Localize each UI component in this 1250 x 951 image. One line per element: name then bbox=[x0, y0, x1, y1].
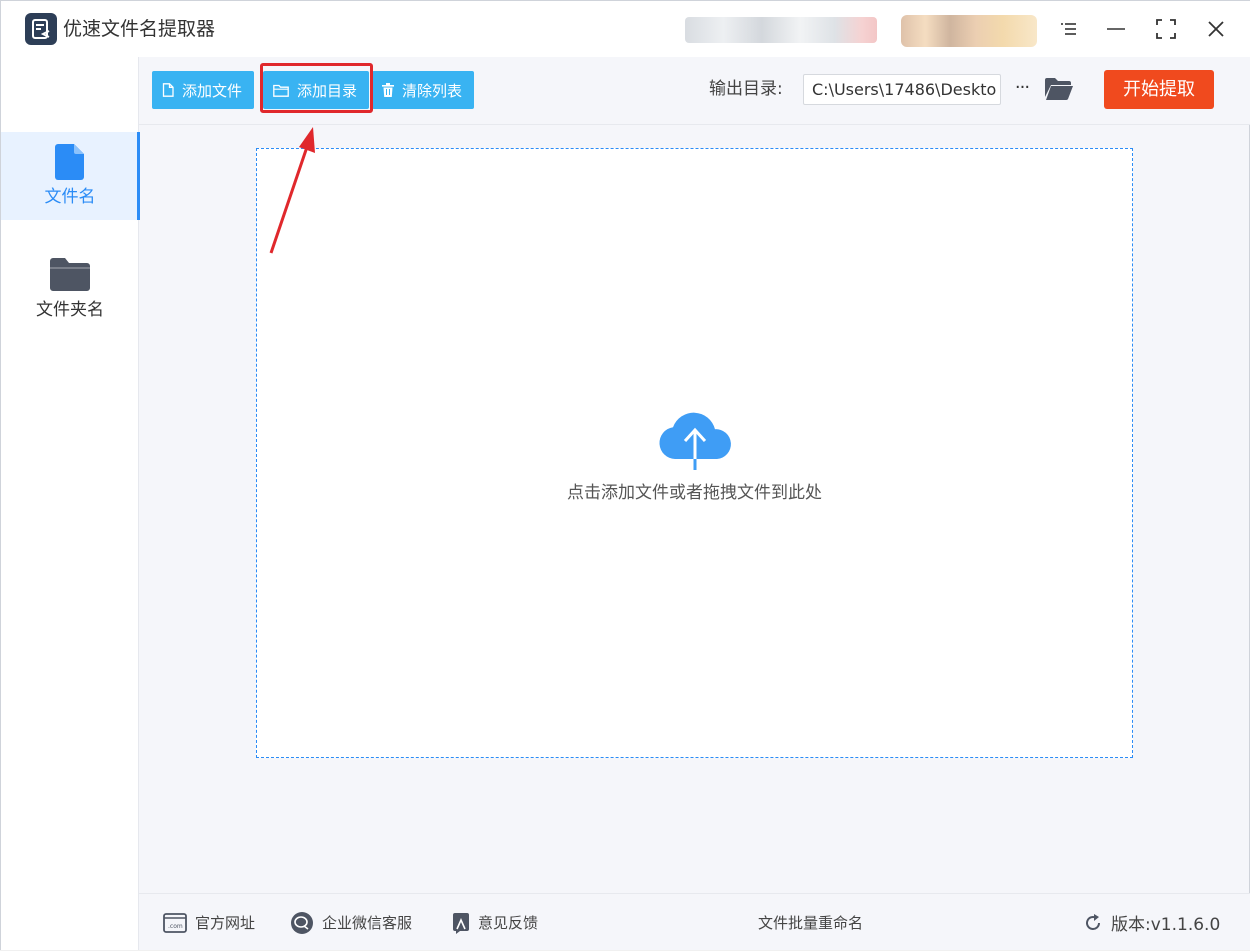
clear-list-button[interactable]: 清除列表 bbox=[372, 71, 475, 109]
app-logo-icon bbox=[25, 13, 57, 45]
file-icon bbox=[55, 144, 85, 184]
feedback-icon bbox=[452, 912, 470, 934]
batch-rename-link[interactable]: 文件批量重命名 bbox=[758, 894, 863, 951]
wechat-icon bbox=[290, 911, 314, 935]
output-dir-field[interactable]: C:\Users\17486\Deskto bbox=[803, 74, 1001, 105]
folder-icon bbox=[50, 257, 90, 295]
start-extract-button[interactable]: 开始提取 bbox=[1104, 70, 1214, 109]
file-drop-zone[interactable]: 点击添加文件或者拖拽文件到此处 bbox=[256, 148, 1133, 758]
website-icon: .com bbox=[163, 912, 187, 933]
cloud-upload-icon bbox=[657, 407, 733, 475]
blurred-user-info bbox=[685, 17, 877, 43]
close-button[interactable] bbox=[1198, 11, 1234, 47]
wechat-support-link[interactable]: 企业微信客服 bbox=[290, 894, 412, 951]
highlight-annotation bbox=[260, 63, 373, 113]
blurred-avatar bbox=[901, 15, 1037, 47]
clear-list-label: 清除列表 bbox=[402, 81, 463, 100]
official-website-link[interactable]: .com 官方网址 bbox=[163, 894, 255, 951]
minimize-icon bbox=[1107, 28, 1125, 30]
add-file-button[interactable]: 添加文件 bbox=[152, 71, 255, 109]
version-label: 版本:v1.1.6.0 bbox=[1111, 915, 1221, 935]
more-options-button[interactable]: ··· bbox=[1009, 74, 1035, 105]
sidebar-item-label: 文件夹名 bbox=[36, 300, 104, 320]
file-outline-icon bbox=[162, 83, 174, 97]
wechat-support-label: 企业微信客服 bbox=[322, 914, 413, 932]
sidebar-item-foldername[interactable]: 文件夹名 bbox=[1, 245, 139, 333]
browse-folder-button[interactable] bbox=[1045, 75, 1077, 105]
maximize-icon bbox=[1156, 19, 1176, 39]
feedback-label: 意见反馈 bbox=[478, 914, 539, 932]
menu-icon bbox=[1061, 23, 1076, 35]
menu-button[interactable] bbox=[1051, 11, 1087, 47]
open-folder-icon bbox=[1045, 78, 1073, 101]
app-window: 优速文件名提取器 文件名 文件夹名 添加文件 添加目录 清除列表 输出目录: C… bbox=[0, 0, 1250, 950]
drop-zone-hint: 点击添加文件或者拖拽文件到此处 bbox=[567, 483, 822, 503]
output-dir-label: 输出目录: bbox=[709, 79, 783, 99]
close-icon bbox=[1208, 21, 1224, 37]
refresh-icon[interactable] bbox=[1083, 913, 1103, 933]
title-bar: 优速文件名提取器 bbox=[1, 1, 1250, 57]
feedback-link[interactable]: 意见反馈 bbox=[452, 894, 538, 951]
sidebar: 文件名 文件夹名 bbox=[1, 57, 140, 950]
maximize-button[interactable] bbox=[1148, 11, 1184, 47]
official-website-label: 官方网址 bbox=[195, 914, 256, 932]
svg-text:.com: .com bbox=[168, 923, 183, 930]
arrow-annotation bbox=[269, 127, 315, 254]
footer: .com 官方网址 企业微信客服 意见反馈 文件批量重命名 版本:v1.1.6.… bbox=[139, 893, 1250, 950]
minimize-button[interactable] bbox=[1098, 11, 1134, 47]
sidebar-item-label: 文件名 bbox=[44, 187, 96, 207]
sidebar-item-filename[interactable]: 文件名 bbox=[1, 132, 140, 220]
add-file-label: 添加文件 bbox=[182, 81, 243, 100]
trash-icon bbox=[382, 83, 394, 97]
version-info: 版本:v1.1.6.0 bbox=[1083, 894, 1220, 951]
app-title: 优速文件名提取器 bbox=[63, 18, 216, 40]
